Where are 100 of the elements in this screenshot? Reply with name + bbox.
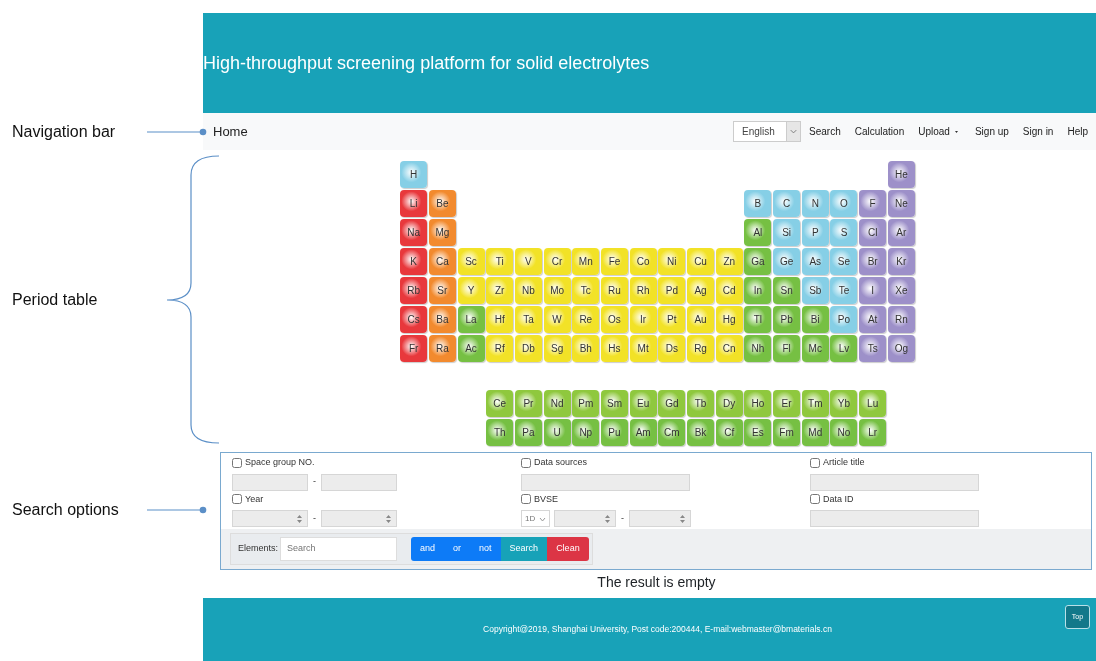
- element-tile[interactable]: Po: [830, 306, 858, 333]
- element-tile[interactable]: Fl: [773, 335, 801, 362]
- element-tile[interactable]: Rh: [629, 277, 657, 304]
- element-tile[interactable]: Pb: [773, 306, 801, 333]
- element-tile[interactable]: Mc: [801, 335, 829, 362]
- element-tile[interactable]: Rb: [400, 277, 428, 304]
- input-field[interactable]: [810, 510, 979, 527]
- element-tile[interactable]: Al: [744, 219, 772, 246]
- element-tile[interactable]: Mg: [428, 219, 456, 246]
- element-tile[interactable]: Db: [514, 335, 542, 362]
- element-tile[interactable]: Hs: [600, 335, 628, 362]
- element-tile[interactable]: Og: [887, 335, 915, 362]
- element-tile[interactable]: Ta: [514, 306, 542, 333]
- element-tile[interactable]: Np: [572, 419, 600, 446]
- element-tile[interactable]: Mo: [543, 277, 571, 304]
- element-tile[interactable]: Cn: [715, 335, 743, 362]
- input-field[interactable]: [232, 473, 308, 491]
- element-tile[interactable]: Nh: [744, 335, 772, 362]
- element-tile[interactable]: Es: [744, 419, 772, 446]
- nav-link[interactable]: Search: [800, 124, 841, 139]
- element-tile[interactable]: Gd: [658, 390, 686, 417]
- element-tile[interactable]: Pa: [514, 419, 542, 446]
- element-tile[interactable]: Cr: [543, 248, 571, 275]
- spinner-icon[interactable]: [604, 514, 611, 524]
- element-tile[interactable]: Ge: [773, 248, 801, 275]
- element-tile[interactable]: N: [801, 190, 829, 217]
- element-tile[interactable]: Sr: [428, 277, 456, 304]
- element-tile[interactable]: H: [400, 161, 428, 188]
- element-tile[interactable]: Cd: [715, 277, 743, 304]
- element-tile[interactable]: Sm: [600, 390, 628, 417]
- element-tile[interactable]: Na: [400, 219, 428, 246]
- element-tile[interactable]: Os: [600, 306, 628, 333]
- number-field[interactable]: [629, 510, 691, 527]
- element-tile[interactable]: Ac: [457, 335, 485, 362]
- element-tile[interactable]: Nd: [543, 390, 571, 417]
- element-tile[interactable]: Sn: [773, 277, 801, 304]
- spinner-icon[interactable]: [296, 514, 303, 524]
- element-tile[interactable]: No: [830, 419, 858, 446]
- element-tile[interactable]: W: [543, 306, 571, 333]
- number-field[interactable]: [321, 510, 397, 527]
- element-tile[interactable]: Bi: [801, 306, 829, 333]
- element-tile[interactable]: Ne: [887, 190, 915, 217]
- elements-search-field[interactable]: Search: [280, 537, 398, 561]
- language-select[interactable]: English: [733, 121, 802, 142]
- element-tile[interactable]: Nb: [514, 277, 542, 304]
- element-tile[interactable]: U: [543, 419, 571, 446]
- element-tile[interactable]: Li: [400, 190, 428, 217]
- element-tile[interactable]: Mn: [572, 248, 600, 275]
- spinner-icon[interactable]: [679, 514, 686, 524]
- element-tile[interactable]: Ds: [658, 335, 686, 362]
- element-tile[interactable]: Ce: [486, 390, 514, 417]
- element-tile[interactable]: C: [773, 190, 801, 217]
- element-tile[interactable]: Cs: [400, 306, 428, 333]
- nav-link[interactable]: Upload: [904, 124, 961, 139]
- element-tile[interactable]: Hf: [486, 306, 514, 333]
- element-tile[interactable]: Ag: [687, 277, 715, 304]
- element-tile[interactable]: Bh: [572, 335, 600, 362]
- element-tile[interactable]: Ts: [859, 335, 887, 362]
- element-tile[interactable]: Fm: [773, 419, 801, 446]
- element-tile[interactable]: Lr: [859, 419, 887, 446]
- element-tile[interactable]: Y: [457, 277, 485, 304]
- checkbox[interactable]: [521, 457, 531, 468]
- element-tile[interactable]: Pu: [600, 419, 628, 446]
- element-tile[interactable]: Lv: [830, 335, 858, 362]
- element-tile[interactable]: Ar: [887, 219, 915, 246]
- number-field[interactable]: [232, 510, 308, 527]
- element-tile[interactable]: Md: [801, 419, 829, 446]
- element-tile[interactable]: Pd: [658, 277, 686, 304]
- element-tile[interactable]: Si: [773, 219, 801, 246]
- element-tile[interactable]: La: [457, 306, 485, 333]
- element-tile[interactable]: Sc: [457, 248, 485, 275]
- element-tile[interactable]: F: [859, 190, 887, 217]
- nav-link[interactable]: Calculation: [840, 124, 905, 139]
- element-tile[interactable]: Dy: [715, 390, 743, 417]
- element-tile[interactable]: Zn: [715, 248, 743, 275]
- element-tile[interactable]: Bk: [687, 419, 715, 446]
- element-tile[interactable]: K: [400, 248, 428, 275]
- number-field[interactable]: [554, 510, 616, 527]
- element-tile[interactable]: Be: [428, 190, 456, 217]
- element-tile[interactable]: V: [514, 248, 542, 275]
- element-tile[interactable]: Eu: [629, 390, 657, 417]
- nav-link[interactable]: Sign in: [1008, 124, 1054, 139]
- element-tile[interactable]: O: [830, 190, 858, 217]
- input-field[interactable]: [321, 473, 397, 491]
- element-tile[interactable]: Zr: [486, 277, 514, 304]
- element-tile[interactable]: Cu: [687, 248, 715, 275]
- operator-button[interactable]: not: [470, 537, 501, 561]
- element-tile[interactable]: Br: [859, 248, 887, 275]
- element-tile[interactable]: Hg: [715, 306, 743, 333]
- nav-link[interactable]: Sign up: [960, 124, 1009, 139]
- spinner-icon[interactable]: [385, 514, 392, 524]
- element-tile[interactable]: Yb: [830, 390, 858, 417]
- element-tile[interactable]: Co: [629, 248, 657, 275]
- element-tile[interactable]: Ga: [744, 248, 772, 275]
- checkbox[interactable]: [810, 494, 820, 505]
- input-field[interactable]: [521, 473, 690, 491]
- element-tile[interactable]: I: [859, 277, 887, 304]
- element-tile[interactable]: Kr: [887, 248, 915, 275]
- element-tile[interactable]: Au: [687, 306, 715, 333]
- element-tile[interactable]: Re: [572, 306, 600, 333]
